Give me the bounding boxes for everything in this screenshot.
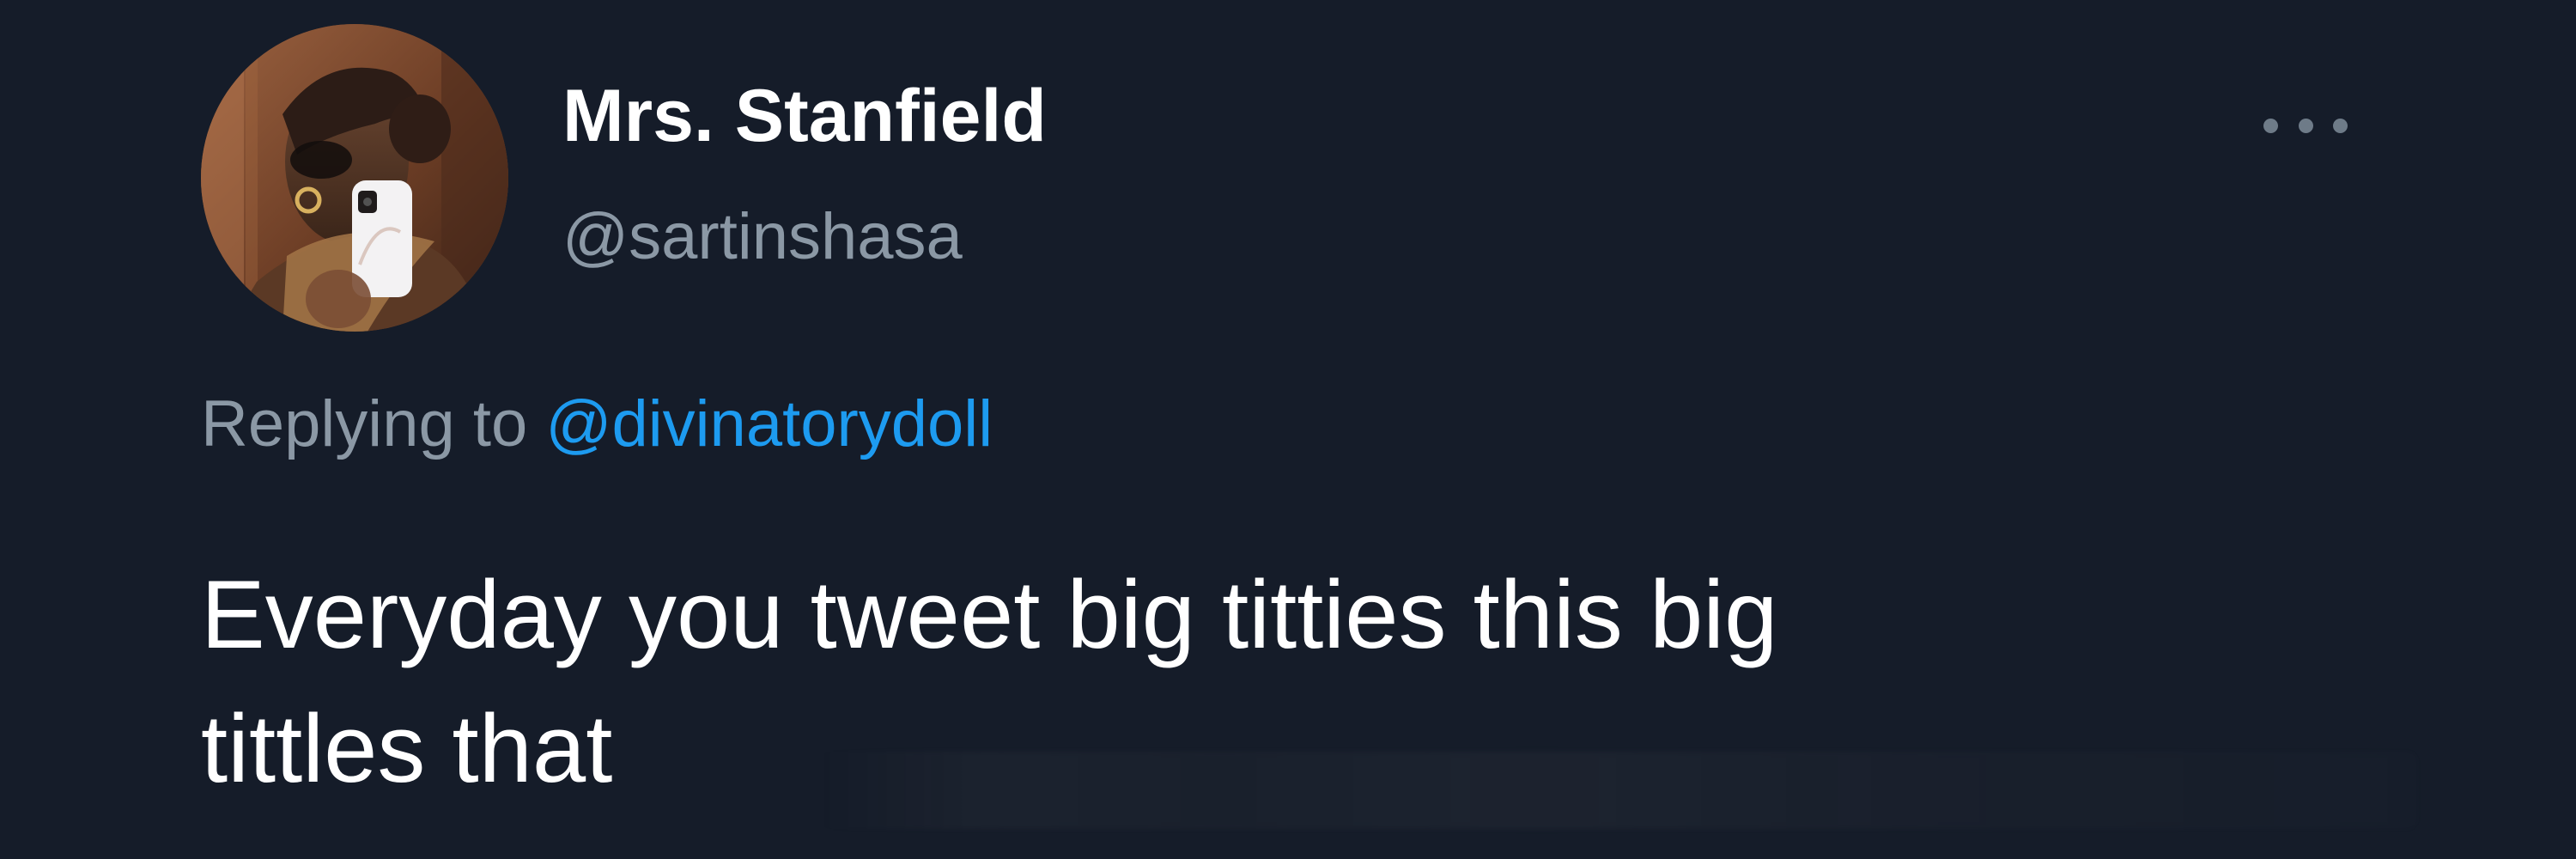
reply-context: Replying to @divinatorydoll [201, 392, 993, 457]
tweet-card: Mrs. Stanfield @sartinshasa Replying to … [0, 0, 2576, 859]
author-display-name[interactable]: Mrs. Stanfield [562, 79, 1047, 153]
more-dot-1 [2263, 118, 2278, 133]
more-dot-3 [2333, 118, 2348, 133]
obscured-text [820, 752, 2417, 829]
avatar[interactable] [201, 24, 508, 332]
reply-prefix: Replying to [201, 387, 528, 460]
more-options-icon[interactable] [2258, 101, 2353, 149]
author-handle[interactable]: @sartinshasa [562, 204, 963, 270]
more-dot-2 [2298, 118, 2313, 133]
reply-target-handle[interactable]: @divinatorydoll [545, 387, 993, 460]
profile-photo-icon [201, 24, 508, 332]
tweet-text-line: Everyday you tweet big titties this big [201, 561, 1778, 668]
